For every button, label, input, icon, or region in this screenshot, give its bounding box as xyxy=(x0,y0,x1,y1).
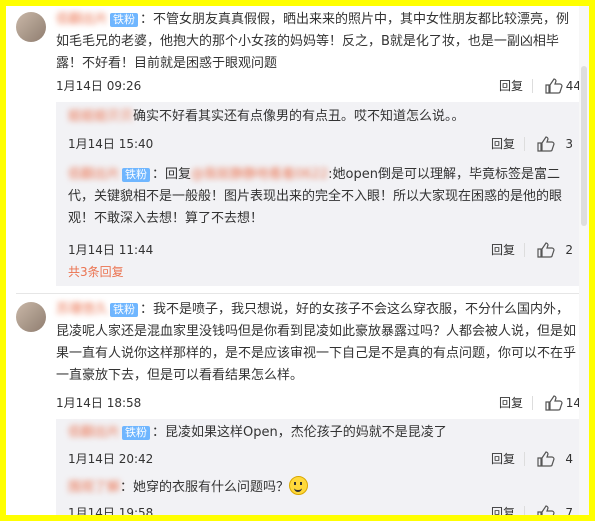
thumbs-up-icon[interactable] xyxy=(537,136,555,152)
reply-meta: 1月14日 19:58 回复 7 xyxy=(68,503,573,515)
replier-name[interactable]: 姐姐姐贝贝 xyxy=(68,109,133,124)
reply-meta: 1月14日 20:42 回复 4 xyxy=(68,449,573,469)
reply-date: 1月14日 11:44 xyxy=(68,243,154,257)
scrollbar-thumb[interactable] xyxy=(581,66,587,226)
comment-panel: 佰翻出片 铁粉 ：不管女朋友真真假假，晒出来来的照片中，其中女性朋友都比较漂亮，例如… xyxy=(6,6,589,515)
like-count: 2 xyxy=(565,243,573,257)
comment-date: 1月14日 09:26 xyxy=(56,79,142,93)
reply-body: ：昆凌如果这样Open，杰伦孩子的妈就不是昆凌了 xyxy=(152,425,447,440)
reply-list: 姐姐姐贝贝确实不好看其实还有点像男的有点丑。哎不知道怎么说。。 1月14日 15… xyxy=(56,102,581,286)
divider xyxy=(532,79,533,93)
comment-text: 佰翻出片 铁粉 ：不管女朋友真真假假，晒出来来的照片中，其中女性朋友都比较漂亮，例如… xyxy=(56,9,581,75)
comment-text: 苏珊悠久 铁粉 ：我不是喷子，我只想说，好的女孩子不会这么穿衣服，不分什么国内外，昆… xyxy=(56,299,581,387)
thumbs-up-icon[interactable] xyxy=(537,242,555,258)
divider xyxy=(524,137,525,151)
reply-button[interactable]: 回复 xyxy=(491,240,515,260)
divider xyxy=(16,293,581,294)
replier-name[interactable]: 佰翻出片 xyxy=(68,425,120,440)
divider xyxy=(524,243,525,257)
divider xyxy=(524,506,525,515)
reply-button[interactable]: 回复 xyxy=(491,134,515,154)
reply-text: 围观了解：她穿的衣服有什么问题吗？ xyxy=(68,476,573,499)
replier-name[interactable]: 围观了解 xyxy=(68,480,120,495)
reply-date: 1月14日 20:42 xyxy=(68,452,154,466)
reply-body: ：她穿的衣服有什么问题吗？ xyxy=(120,480,290,495)
commenter-name[interactable]: 苏珊悠久 xyxy=(56,302,108,317)
thumbs-up-icon[interactable] xyxy=(545,395,563,411)
reply-meta: 1月14日 11:44 回复 2 xyxy=(68,240,573,260)
divider xyxy=(532,396,533,410)
reply-meta: 1月14日 15:40 回复 3 xyxy=(68,134,573,154)
reply-list: 佰翻出片 铁粉 ：昆凌如果这样Open，杰伦孩子的妈就不是昆凌了 1月14日 20:… xyxy=(56,419,581,515)
like-count: 3 xyxy=(565,137,573,151)
fan-badge: 铁粉 xyxy=(122,426,151,440)
scrollbar[interactable] xyxy=(579,6,589,515)
more-replies-link[interactable]: 共3条回复 xyxy=(68,263,124,280)
reply-text: 佰翻出片 铁粉 ：昆凌如果这样Open，杰伦孩子的妈就不是昆凌了 xyxy=(68,422,573,444)
commenter-name[interactable]: 佰翻出片 xyxy=(56,12,108,27)
like-count: 7 xyxy=(565,506,573,515)
avatar[interactable] xyxy=(16,12,46,42)
reply-button[interactable]: 回复 xyxy=(491,449,515,469)
reply-prefix: ：回复 xyxy=(152,167,192,182)
thumbs-up-icon[interactable] xyxy=(545,78,563,94)
reply-text: 姐姐姐贝贝确实不好看其实还有点像男的有点丑。哎不知道怎么说。。 xyxy=(68,106,573,128)
smile-emoji-icon xyxy=(289,476,309,495)
replier-name[interactable]: 佰翻出片 xyxy=(68,167,120,182)
thumbs-up-icon[interactable] xyxy=(537,505,555,515)
reply-button[interactable]: 回复 xyxy=(491,503,515,515)
reply-date: 1月14日 19:58 xyxy=(68,506,154,515)
thumbs-up-icon[interactable] xyxy=(537,451,555,467)
comment-meta: 1月14日 18:58 回复 14 xyxy=(56,393,581,413)
fan-badge: 铁粉 xyxy=(110,13,139,27)
divider xyxy=(524,452,525,466)
avatar[interactable] xyxy=(16,302,46,332)
comment-meta: 1月14日 09:26 回复 44 xyxy=(56,76,581,96)
comment-date: 1月14日 18:58 xyxy=(56,396,142,410)
like-count: 4 xyxy=(565,452,573,466)
reply-date: 1月14日 15:40 xyxy=(68,137,154,151)
reply-button[interactable]: 回复 xyxy=(499,76,523,96)
fan-badge: 铁粉 xyxy=(122,168,151,182)
reply-body: 确实不好看其实还有点像男的有点丑。哎不知道怎么说。。 xyxy=(133,109,465,124)
reply-button[interactable]: 回复 xyxy=(499,393,523,413)
fan-badge: 铁粉 xyxy=(110,303,139,317)
reply-text: 佰翻出片 铁粉 ：回复@我就静静地看着0622:她open倒是可以理解，毕竟标签是富… xyxy=(68,164,573,230)
reply-to-mention[interactable]: @我就静静地看着0622 xyxy=(191,167,328,182)
